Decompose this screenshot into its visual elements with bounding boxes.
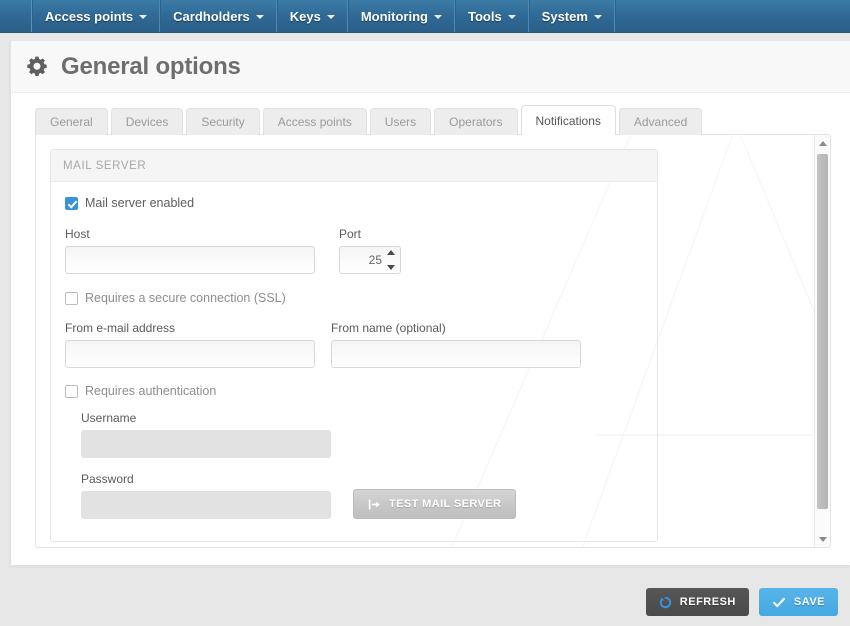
password-field-group: Password — [81, 472, 331, 519]
tab-advanced[interactable]: Advanced — [618, 108, 703, 135]
tab-label: Operators — [449, 115, 503, 129]
from-email-field-group: From e-mail address — [65, 321, 315, 368]
from-name-label: From name (optional) — [331, 321, 446, 335]
triangle-down-icon — [818, 536, 827, 542]
scrollbar-thumb[interactable] — [817, 154, 828, 509]
tab-general[interactable]: General — [35, 108, 108, 135]
nav-item-label: Keys — [289, 8, 321, 24]
chevron-down-icon — [255, 15, 264, 19]
test-mail-server-button[interactable]: TEST MAIL SERVER — [353, 489, 517, 519]
nav-item-label: Tools — [467, 8, 502, 24]
nav-item-system[interactable]: System — [528, 0, 615, 32]
from-name-input[interactable] — [331, 340, 581, 368]
host-label: Host — [65, 227, 90, 241]
tab-security[interactable]: Security — [186, 108, 260, 135]
tab-devices[interactable]: Devices — [110, 108, 184, 135]
nav-item-keys[interactable]: Keys — [276, 0, 348, 32]
nav-item-tools[interactable]: Tools — [454, 0, 529, 32]
username-label: Username — [81, 411, 137, 425]
nav-item-label: Access points — [45, 8, 134, 24]
tab-label: Security — [201, 115, 245, 129]
scrollbar-down-button[interactable] — [815, 531, 830, 547]
password-label: Password — [81, 472, 134, 486]
mail-server-enabled-checkbox[interactable]: Mail server enabled — [65, 196, 643, 210]
chevron-down-icon — [139, 15, 148, 19]
form-scrollbar[interactable] — [814, 135, 830, 547]
host-input[interactable] — [65, 246, 315, 274]
footer-divider — [10, 566, 850, 567]
triangle-up-icon — [818, 140, 827, 146]
sign-in-arrow-icon — [368, 499, 380, 509]
checkbox-box-checked[interactable] — [65, 196, 78, 210]
checkbox-label: Requires authentication — [85, 384, 217, 398]
from-name-field-group: From name (optional) — [331, 321, 581, 368]
tab-operators[interactable]: Operators — [434, 108, 518, 135]
form-scroll-area: MAIL SERVER Mail server enabled Host Por… — [36, 135, 830, 547]
checkbox-label: Requires a secure connection (SSL) — [85, 291, 286, 305]
nav-item-label: Cardholders — [173, 8, 250, 24]
requires-authentication-checkbox[interactable]: Requires authentication — [65, 384, 643, 398]
nav-item-label: System — [541, 8, 588, 24]
page-header: General options — [11, 41, 850, 93]
checkbox-label: Mail server enabled — [85, 196, 195, 210]
footer-actions: REFRESH SAVE — [0, 578, 850, 626]
username-input — [81, 430, 331, 458]
port-stepper[interactable] — [339, 246, 401, 274]
port-label: Port — [339, 227, 362, 241]
gear-icon — [25, 55, 49, 79]
page-card: General options General Devices Security… — [10, 41, 850, 566]
from-email-input[interactable] — [65, 340, 315, 368]
checkbox-box-unchecked[interactable] — [65, 291, 78, 305]
chevron-down-icon — [433, 15, 442, 19]
tab-label: Users — [384, 115, 417, 129]
tab-label: Notifications — [535, 113, 601, 128]
navbar-left-spacer — [0, 0, 32, 32]
scrollbar-up-button[interactable] — [815, 135, 830, 151]
main-navbar: Access points Cardholders Keys Monitorin… — [0, 0, 850, 33]
settings-tabs: General Devices Security Access points U… — [35, 105, 705, 135]
notifications-form-container: MAIL SERVER Mail server enabled Host Por… — [35, 134, 831, 548]
triangle-down-icon[interactable] — [387, 265, 395, 270]
refresh-circle-icon — [659, 596, 671, 608]
nav-item-label: Monitoring — [360, 8, 428, 24]
check-icon — [772, 597, 785, 607]
tab-access-points[interactable]: Access points — [262, 108, 367, 135]
tab-label: General — [50, 115, 93, 129]
page-title: General options — [61, 52, 241, 80]
tab-label: Devices — [125, 115, 169, 129]
tab-label: Access points — [277, 115, 352, 129]
host-field-group: Host — [65, 227, 315, 274]
tab-notifications[interactable]: Notifications — [520, 105, 616, 135]
navbar-right-fill — [614, 0, 850, 32]
save-button-label: SAVE — [793, 596, 825, 608]
chevron-down-icon — [593, 15, 602, 19]
username-field-group: Username — [81, 411, 331, 458]
nav-item-monitoring[interactable]: Monitoring — [347, 0, 455, 32]
refresh-button[interactable]: REFRESH — [645, 588, 749, 616]
checkbox-box-unchecked[interactable] — [65, 384, 78, 398]
mail-server-panel-body: Mail server enabled Host Port 25 Require… — [51, 182, 657, 541]
tab-users[interactable]: Users — [369, 108, 432, 135]
tab-label: Advanced — [633, 115, 688, 129]
mail-server-panel-header: MAIL SERVER — [51, 150, 657, 182]
port-field-group: Port — [339, 227, 401, 274]
chevron-down-icon — [507, 15, 516, 19]
test-mail-server-label: TEST MAIL SERVER — [389, 498, 502, 510]
mail-server-panel: MAIL SERVER Mail server enabled Host Por… — [50, 149, 658, 542]
triangle-up-icon[interactable] — [387, 250, 395, 255]
chevron-down-icon — [326, 15, 335, 19]
port-stepper-arrows[interactable] — [387, 250, 396, 270]
nav-item-access-points[interactable]: Access points — [32, 0, 161, 32]
ssl-checkbox[interactable]: Requires a secure connection (SSL) — [65, 291, 643, 305]
from-email-label: From e-mail address — [65, 321, 176, 335]
save-button[interactable]: SAVE — [758, 588, 838, 616]
nav-item-cardholders[interactable]: Cardholders — [160, 0, 277, 32]
password-input — [81, 491, 331, 519]
refresh-button-label: REFRESH — [679, 596, 736, 608]
panel-title: MAIL SERVER — [63, 159, 147, 172]
